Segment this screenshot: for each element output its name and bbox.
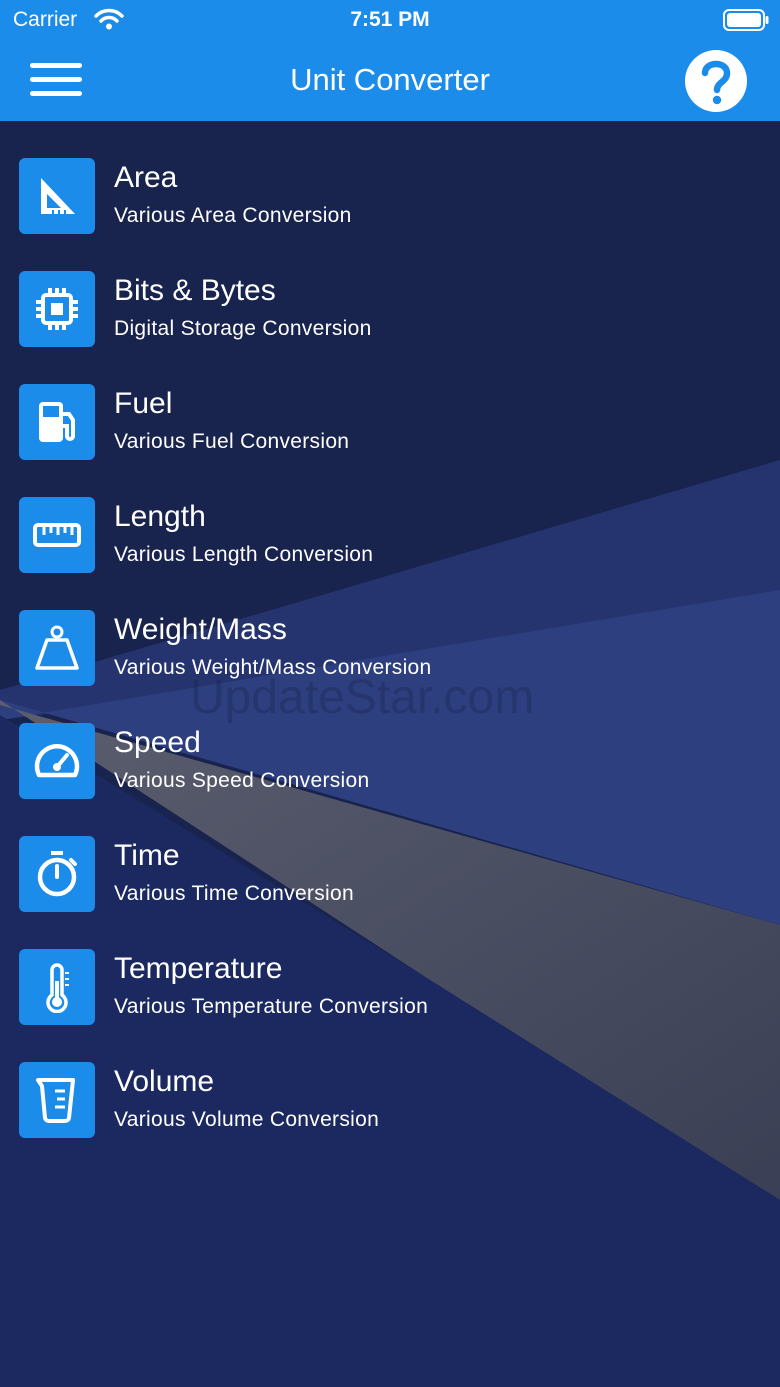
thermometer-icon: [46, 963, 69, 1013]
help-question-icon[interactable]: [684, 49, 748, 113]
item-description: Various Time Conversion: [114, 882, 354, 905]
time-tile: [19, 836, 95, 912]
list-item-length[interactable]: Length Various Length Conversion: [0, 460, 780, 573]
nav-header: Carrier 7:51 PM Unit Converter: [0, 0, 780, 121]
weight-mass-tile: [19, 610, 95, 686]
weight-icon: [35, 625, 79, 670]
item-name: Bits & Bytes: [114, 274, 276, 307]
ruler-icon: [33, 523, 81, 547]
converter-list: Area Various Area Conversion Bits & Byte…: [0, 121, 780, 1138]
length-tile: [19, 497, 95, 573]
list-item-area[interactable]: Area Various Area Conversion: [0, 121, 780, 234]
item-name: Area: [114, 161, 178, 194]
item-name: Fuel: [114, 387, 173, 420]
item-name: Volume: [114, 1065, 215, 1098]
list-item-speed[interactable]: Speed Various Speed Conversion: [0, 686, 780, 799]
item-name: Temperature: [114, 952, 283, 985]
list-item-fuel[interactable]: Fuel Various Fuel Conversion: [0, 347, 780, 460]
list-item-weight-mass[interactable]: Weight/Mass Various Weight/Mass Conversi…: [0, 573, 780, 686]
item-name: Time: [114, 839, 180, 872]
item-description: Digital Storage Conversion: [114, 317, 372, 340]
item-description: Various Speed Conversion: [114, 769, 370, 792]
list-item-volume[interactable]: Volume Various Volume Conversion: [0, 1025, 780, 1138]
page-title: Unit Converter: [290, 62, 490, 97]
chip-icon: [36, 288, 78, 330]
item-description: Various Fuel Conversion: [114, 430, 350, 453]
area-tile: [19, 158, 95, 234]
measuring-cup-icon: [36, 1078, 75, 1123]
item-description: Various Area Conversion: [114, 204, 352, 227]
battery-icon: [723, 9, 769, 31]
item-description: Various Volume Conversion: [114, 1108, 380, 1131]
status-time: 7:51 PM: [350, 8, 430, 31]
item-name: Weight/Mass: [114, 613, 287, 646]
list-item-temperature[interactable]: Temperature Various Temperature Conversi…: [0, 912, 780, 1025]
fuel-tile: [19, 384, 95, 460]
item-name: Length: [114, 500, 206, 533]
speedometer-icon: [34, 744, 80, 778]
temperature-tile: [19, 949, 95, 1025]
fuel-pump-icon: [39, 402, 75, 442]
status-bar: Carrier 7:51 PM: [0, 0, 780, 40]
speed-tile: [19, 723, 95, 799]
set-square-icon: [41, 178, 75, 214]
item-name: Speed: [114, 726, 201, 759]
stopwatch-icon: [37, 851, 77, 897]
bits-bytes-tile: [19, 271, 95, 347]
item-description: Various Temperature Conversion: [114, 995, 429, 1018]
volume-tile: [19, 1062, 95, 1138]
list-item-time[interactable]: Time Various Time Conversion: [0, 799, 780, 912]
item-description: Various Length Conversion: [114, 543, 374, 566]
list-item-bits-bytes[interactable]: Bits & Bytes Digital Storage Conversion: [0, 234, 780, 347]
item-description: Various Weight/Mass Conversion: [114, 656, 432, 679]
